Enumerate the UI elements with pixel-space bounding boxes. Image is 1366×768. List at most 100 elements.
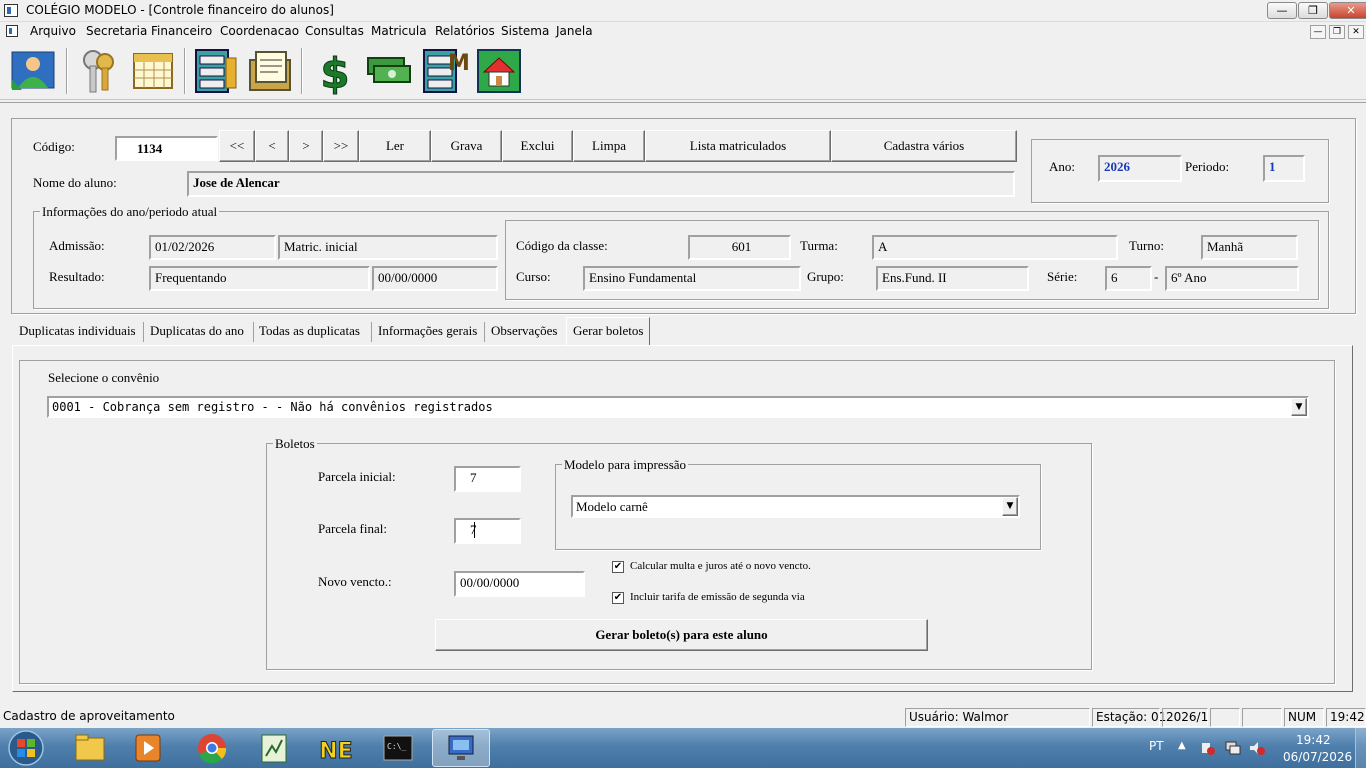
codigo-input[interactable]: 1134 — [115, 136, 218, 161]
tab-todas-duplicatas[interactable]: Todas as duplicatas — [255, 318, 364, 345]
ler-button[interactable]: Ler — [359, 130, 431, 162]
window-title: COLÉGIO MODELO - [Controle financeiro do… — [26, 3, 334, 17]
tab-duplicatas-individuais[interactable]: Duplicatas individuais — [15, 318, 140, 345]
ano-field: 2026 — [1098, 155, 1182, 182]
exclui-button[interactable]: Exclui — [502, 130, 573, 162]
home-icon[interactable] — [474, 46, 524, 96]
serie-label: Série: — [1047, 269, 1078, 284]
volume-muted-icon[interactable] — [1248, 740, 1266, 756]
periodo-field: 1 — [1263, 155, 1305, 182]
cadastra-varios-button[interactable]: Cadastra vários — [831, 130, 1017, 162]
menu-coordenacao[interactable]: Coordenacao — [220, 24, 299, 38]
menu-consultas[interactable]: Consultas — [305, 24, 364, 38]
prev-record-button[interactable]: < — [255, 130, 289, 162]
codigo-classe-label: Código da classe: — [516, 238, 608, 253]
menu-janela[interactable]: Janela — [556, 24, 593, 38]
mdi-child-icon — [6, 25, 18, 37]
cabinet-m-icon[interactable]: M — [418, 46, 468, 96]
start-button[interactable] — [4, 729, 48, 767]
boletos-legend: Boletos — [273, 436, 317, 452]
parcela-final-label: Parcela final: — [318, 521, 387, 536]
keys-icon[interactable] — [73, 46, 123, 96]
menu-matricula[interactable]: Matricula — [371, 24, 427, 38]
calc-multa-checkbox[interactable]: ✔ — [612, 561, 624, 573]
incluir-tarifa-checkbox[interactable]: ✔ — [612, 592, 624, 604]
tab-observacoes[interactable]: Observações — [487, 318, 561, 345]
grupo-field: Ens.Fund. II — [876, 266, 1029, 291]
serie-desc-field: 6º Ano — [1165, 266, 1299, 291]
incluir-tarifa-label[interactable]: Incluir tarifa de emissão de segunda via — [630, 591, 805, 603]
action-center-icon[interactable] — [1200, 740, 1216, 756]
tab-divider — [484, 322, 485, 342]
spreadsheet-icon[interactable] — [244, 730, 304, 766]
documents-icon[interactable] — [246, 46, 296, 96]
admissao-label: Admissão: — [49, 238, 105, 253]
codigo-label: Código: — [33, 139, 75, 154]
menu-relatorios[interactable]: Relatórios — [435, 24, 495, 38]
convenio-dropdown-button[interactable]: ▼ — [1291, 398, 1307, 416]
tab-informacoes-gerais[interactable]: Informações gerais — [374, 318, 481, 345]
tray-expand-icon[interactable]: ▲ — [1178, 740, 1186, 751]
turno-field: Manhã — [1201, 235, 1298, 260]
clock-time[interactable]: 19:42 — [1296, 733, 1331, 747]
mdi-restore-button[interactable]: ❐ — [1329, 25, 1345, 39]
language-indicator[interactable]: PT — [1149, 739, 1164, 753]
menu-financeiro[interactable]: Financeiro — [151, 24, 212, 38]
svg-text:NE: NE — [319, 739, 352, 764]
next-record-button[interactable]: > — [289, 130, 323, 162]
grava-button[interactable]: Grava — [431, 130, 502, 162]
status-empty-1 — [1210, 708, 1240, 727]
limpa-button[interactable]: Limpa — [573, 130, 645, 162]
turma-field: A — [872, 235, 1118, 260]
first-record-button[interactable]: << — [219, 130, 255, 162]
network-tray-icon[interactable] — [1224, 740, 1242, 756]
gerar-boletos-button[interactable]: Gerar boleto(s) para este aluno — [435, 619, 928, 651]
modelo-dropdown-button[interactable]: ▼ — [1002, 497, 1018, 516]
network-app-icon[interactable] — [431, 730, 491, 766]
serie-separator: - — [1154, 269, 1159, 284]
status-time: 19:42 — [1326, 708, 1366, 727]
calendar-icon[interactable] — [128, 46, 178, 96]
novo-vencto-label: Novo vencto.: — [318, 574, 392, 589]
svg-text:$: $ — [320, 49, 349, 96]
convenio-select[interactable]: 0001 - Cobrança sem registro - - Não há … — [47, 396, 1309, 418]
chrome-icon[interactable] — [182, 730, 242, 766]
dollar-icon[interactable]: $ — [310, 46, 360, 97]
media-player-icon[interactable] — [118, 730, 178, 766]
file-cabinet-icon[interactable] — [190, 46, 240, 96]
parcela-inicial-input[interactable]: 7 — [454, 466, 521, 492]
parcela-final-input[interactable]: 7 — [454, 518, 521, 544]
mdi-close-button[interactable]: ✕ — [1348, 25, 1364, 39]
people-icon[interactable] — [8, 46, 58, 96]
lista-matriculados-button[interactable]: Lista matriculados — [645, 130, 831, 162]
mdi-minimize-button[interactable]: — — [1310, 25, 1326, 39]
toolbar-separator — [301, 48, 303, 94]
minimize-button[interactable]: — — [1267, 2, 1297, 19]
nome-field: Jose de Alencar — [187, 171, 1015, 197]
modelo-select[interactable]: Modelo carnê — [571, 495, 1020, 518]
menu-sistema[interactable]: Sistema — [501, 24, 549, 38]
menu-secretaria[interactable]: Secretaria — [86, 24, 147, 38]
last-record-button[interactable]: >> — [323, 130, 359, 162]
tab-duplicatas-ano[interactable]: Duplicatas do ano — [146, 318, 248, 345]
maximize-button[interactable]: ❐ — [1298, 2, 1328, 19]
close-button[interactable]: ✕ — [1329, 2, 1366, 19]
cmd-icon[interactable]: C:\_ — [368, 730, 428, 766]
ne-icon[interactable]: NE — [306, 730, 366, 766]
show-desktop-button[interactable] — [1355, 728, 1366, 768]
admissao-tipo-field: Matric. inicial — [278, 235, 498, 260]
status-message: Cadastro de aproveitamento — [3, 709, 175, 723]
resultado-field: Frequentando — [149, 266, 370, 291]
status-usuario: Usuário: Walmor — [905, 708, 1090, 727]
clock-date[interactable]: 06/07/2026 — [1283, 750, 1352, 764]
tab-divider — [143, 322, 144, 342]
calc-multa-label[interactable]: Calcular multa e juros até o novo vencto… — [630, 560, 811, 572]
status-empty-2 — [1242, 708, 1282, 727]
explorer-icon[interactable] — [60, 730, 120, 766]
tab-gerar-boletos[interactable]: Gerar boletos — [566, 317, 651, 346]
novo-vencto-input[interactable]: 00/00/0000 — [454, 571, 585, 597]
tab-divider — [253, 322, 254, 342]
money-stack-icon[interactable] — [364, 46, 414, 96]
taskbar: NE C:\_ PT ▲ 19:42 06/07/2026 — [0, 728, 1366, 768]
menu-arquivo[interactable]: Arquivo — [30, 24, 76, 38]
